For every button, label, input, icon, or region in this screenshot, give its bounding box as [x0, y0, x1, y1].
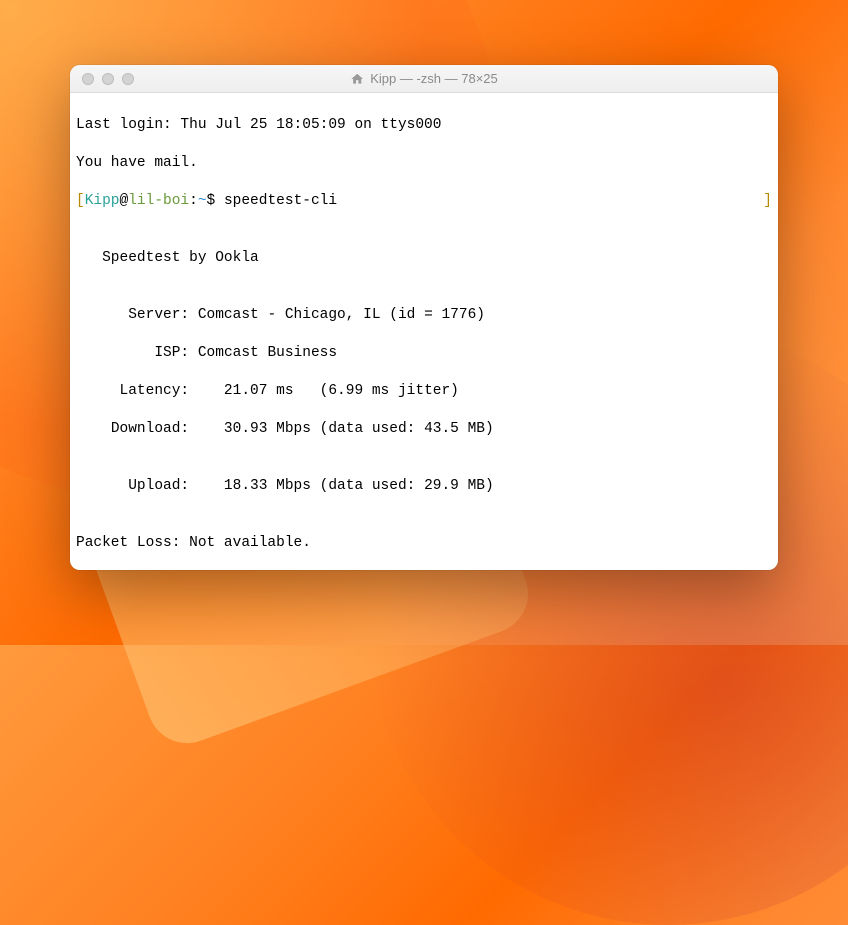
- terminal-window: Kipp — -zsh — 78×25 Last login: Thu Jul …: [70, 65, 778, 570]
- prompt-open-bracket: [: [76, 193, 85, 209]
- window-title: Kipp — -zsh — 78×25: [350, 71, 498, 86]
- prompt-at: @: [120, 193, 129, 209]
- prompt-user: Kipp: [85, 193, 120, 209]
- window-titlebar[interactable]: Kipp — -zsh — 78×25: [70, 65, 778, 93]
- output-packet-loss: Packet Loss: Not available.: [76, 534, 772, 553]
- window-title-text: Kipp — -zsh — 78×25: [370, 71, 498, 86]
- prompt-colon: :: [189, 193, 198, 209]
- output-header: Speedtest by Ookla: [76, 249, 772, 268]
- close-button[interactable]: [82, 73, 94, 85]
- entered-command: speedtest-cli: [224, 193, 337, 209]
- prompt-dollar: $: [207, 193, 224, 209]
- prompt-host: lil-boi: [128, 193, 189, 209]
- mail-notice-line: You have mail.: [76, 154, 772, 173]
- traffic-lights: [70, 73, 134, 85]
- prompt-path: ~: [198, 193, 207, 209]
- output-server: Server: Comcast - Chicago, IL (id = 1776…: [76, 306, 772, 325]
- output-upload: Upload: 18.33 Mbps (data used: 29.9 MB): [76, 477, 772, 496]
- prompt-close-bracket: ]: [763, 192, 772, 211]
- home-folder-icon: [350, 72, 364, 86]
- output-isp: ISP: Comcast Business: [76, 344, 772, 363]
- output-download: Download: 30.93 Mbps (data used: 43.5 MB…: [76, 420, 772, 439]
- output-latency: Latency: 21.07 ms (6.99 ms jitter): [76, 382, 772, 401]
- terminal-content[interactable]: Last login: Thu Jul 25 18:05:09 on ttys0…: [70, 93, 778, 570]
- prompt-line-1: [Kipp@lil-boi:~$ speedtest-cli]: [76, 192, 772, 211]
- zoom-button[interactable]: [122, 73, 134, 85]
- last-login-line: Last login: Thu Jul 25 18:05:09 on ttys0…: [76, 116, 772, 135]
- minimize-button[interactable]: [102, 73, 114, 85]
